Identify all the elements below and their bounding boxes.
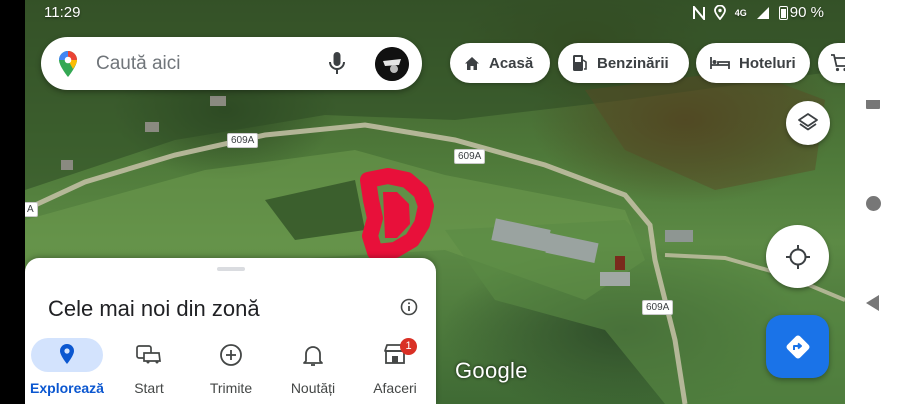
- location-icon: [713, 5, 726, 20]
- back-button[interactable]: [866, 295, 879, 311]
- tab-contribute[interactable]: Trimite: [191, 338, 271, 404]
- road-label: 609A: [227, 133, 259, 148]
- tab-label: Trimite: [209, 380, 253, 396]
- status-icons: 4G 90 %: [692, 4, 824, 21]
- network-type: 4G: [734, 7, 747, 18]
- nfc-icon: [692, 5, 705, 20]
- layers-button[interactable]: [786, 101, 830, 145]
- battery-icon: [778, 5, 788, 20]
- tab-business[interactable]: 1 Afaceri: [355, 338, 435, 404]
- tab-label: Explorează: [30, 380, 104, 396]
- tab-updates[interactable]: Noutăți: [273, 338, 353, 404]
- chip-label: Benzinării: [597, 54, 669, 72]
- gas-station-icon: [573, 55, 587, 71]
- search-input[interactable]: Caută aici: [96, 53, 181, 75]
- location-pin-icon: [60, 344, 74, 364]
- maps-logo-icon: [59, 51, 77, 77]
- search-bar[interactable]: Caută aici: [41, 37, 422, 90]
- profile-picture-icon: [375, 47, 409, 81]
- crosshair-icon: [785, 244, 810, 269]
- tab-start[interactable]: Start: [109, 338, 189, 404]
- directions-button[interactable]: [766, 315, 829, 378]
- bell-icon: [303, 346, 323, 366]
- nav-bar-cover: [845, 0, 900, 100]
- battery-level: 90 %: [789, 4, 824, 21]
- chip-gas-stations[interactable]: Benzinării: [558, 43, 689, 83]
- signal-icon: [756, 6, 769, 19]
- drag-handle[interactable]: [217, 267, 245, 271]
- avatar[interactable]: [375, 47, 409, 81]
- hotel-bed-icon: [710, 57, 730, 69]
- chip-hotels[interactable]: Hoteluri: [696, 43, 810, 83]
- sheet-title: Cele mai noi din zonă: [48, 296, 260, 321]
- car-commute-icon: [136, 345, 161, 364]
- chip-home[interactable]: Acasă: [450, 43, 550, 83]
- chip-label: Hoteluri: [739, 54, 796, 72]
- microphone-icon[interactable]: [328, 51, 346, 75]
- bottom-tabs: Explorează Start Trimite Noutăți 1 Aface…: [25, 338, 436, 404]
- layers-icon: [798, 113, 818, 131]
- my-location-button[interactable]: [766, 225, 829, 288]
- directions-icon: [786, 335, 809, 358]
- tab-label: Afaceri: [373, 380, 417, 396]
- road-label: A: [25, 202, 38, 217]
- road-label: 609A: [642, 300, 674, 315]
- info-icon[interactable]: [400, 298, 418, 316]
- notification-badge: 1: [400, 338, 417, 355]
- bottom-sheet[interactable]: Cele mai noi din zonă Explorează Start T…: [25, 258, 436, 404]
- chip-label: Acasă: [489, 54, 534, 72]
- google-attribution: Google: [455, 358, 528, 383]
- add-circle-icon: [220, 344, 242, 366]
- tab-label: Noutăți: [290, 380, 336, 396]
- road-label: 609A: [454, 149, 486, 164]
- home-icon: [465, 56, 479, 70]
- tab-explore[interactable]: Explorează: [25, 338, 105, 404]
- tab-label: Start: [134, 380, 164, 396]
- status-time: 11:29: [44, 4, 81, 21]
- home-button[interactable]: [866, 196, 881, 211]
